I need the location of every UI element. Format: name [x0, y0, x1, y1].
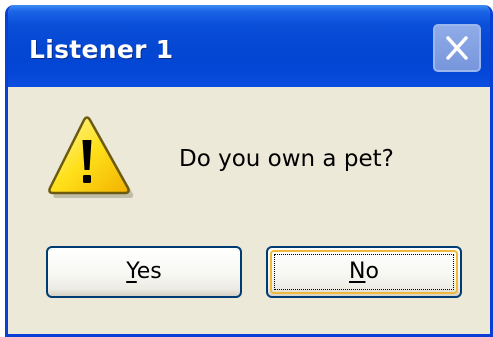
yes-button[interactable]: Yes [46, 246, 242, 298]
no-button-label: No [349, 259, 379, 284]
window-title: Listener 1 [29, 35, 174, 64]
title-bar[interactable]: Listener 1 [8, 5, 490, 87]
dialog-body: Do you own a pet? Yes No [8, 87, 490, 334]
yes-button-label: Yes [126, 259, 162, 284]
dialog-message: Do you own a pet? [179, 146, 394, 172]
dialog-window: Listener 1 Do you own a pet? Yes No [5, 5, 493, 337]
no-button[interactable]: No [266, 246, 462, 298]
close-button[interactable] [433, 24, 481, 72]
warning-icon [48, 116, 134, 198]
close-icon [446, 36, 468, 60]
